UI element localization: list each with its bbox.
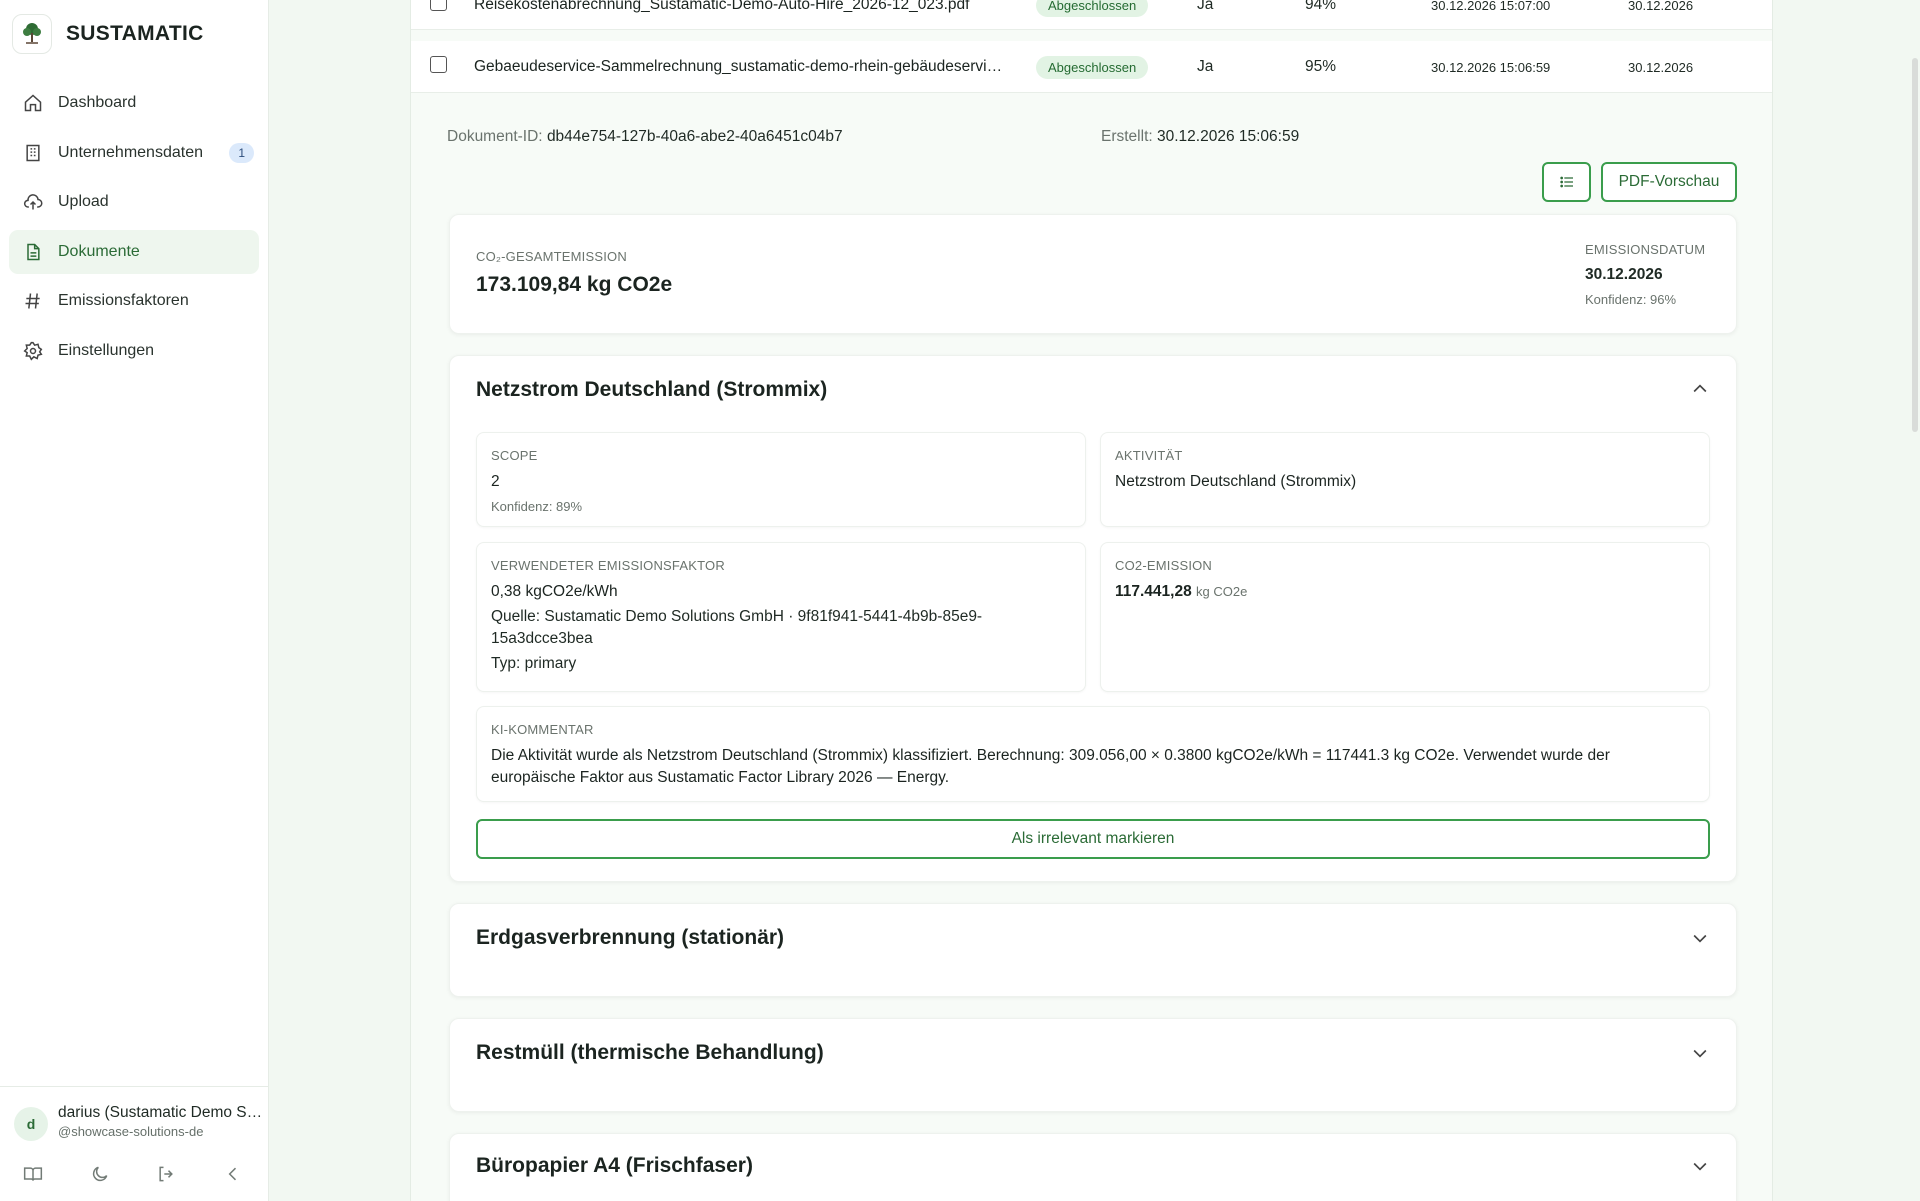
document-date: 30.12.2026: [1628, 0, 1694, 13]
ai-comment-label: KI-KOMMENTAR: [491, 722, 594, 737]
user-name: darius (Sustamatic Demo Solutions): [58, 1104, 263, 1121]
sidebar-item-label: Dashboard: [58, 94, 137, 111]
user-handle: @showcase-solutions-de: [58, 1124, 204, 1139]
status-badge: Abgeschlossen: [1036, 0, 1149, 17]
scope-confidence: Konfidenz: 89%: [491, 499, 583, 514]
relevance-flag: Ja: [1197, 58, 1214, 75]
scope-label: SCOPE: [491, 448, 538, 463]
chevron-left-icon: [228, 1167, 236, 1181]
status-badge: Abgeschlossen: [1036, 56, 1149, 79]
factor-value: 0,38 kgCO2e/kWh: [491, 583, 618, 600]
sidebar-item-label: Unternehmensdaten: [58, 143, 203, 161]
moon-icon: [92, 1166, 108, 1182]
created-date: Erstellt: 30.12.2026 15:06:59: [1101, 128, 1300, 145]
sidebar-item-label: Emissionsfaktoren: [58, 292, 189, 309]
file-name[interactable]: Gebaeudeservice-Sammelrechnung_sustamati…: [474, 58, 1004, 76]
co2-emission-field: CO2-EMISSION 117.441,28 kg CO2e: [1100, 542, 1710, 692]
confidence-value: 95%: [1305, 58, 1337, 75]
row-checkbox[interactable]: [430, 56, 447, 73]
sidebar-item-emissionsfaktoren[interactable]: Emissionsfaktoren: [9, 279, 259, 323]
avatar[interactable]: d: [14, 1107, 48, 1141]
co2-emission-unit: kg CO2e: [1196, 584, 1248, 599]
sidebar: SUSTAMATIC Dashboard Unternehmensdaten 1…: [0, 0, 269, 1201]
confidence-value: 94%: [1305, 0, 1337, 13]
co2-emission-label: CO2-EMISSION: [1115, 558, 1213, 573]
chevron-down-icon[interactable]: [1690, 1156, 1710, 1176]
main-content: Reisekostenabrechnung_Sustamatic-Demo-Au…: [410, 0, 1773, 1201]
notification-badge: 1: [229, 142, 254, 163]
chevron-up-icon[interactable]: [1690, 379, 1710, 399]
sidebar-item-label: Einstellungen: [58, 341, 155, 359]
document-date: 30.12.2026: [1628, 60, 1694, 75]
sidebar-item-label: Dokumente: [58, 242, 140, 260]
collapsed-activity-card[interactable]: Erdgasverbrennung (stationär): [449, 903, 1737, 997]
sidebar-item-einstellungen[interactable]: Einstellungen: [9, 329, 259, 373]
relevance-flag: Ja: [1197, 0, 1214, 13]
building-icon: [26, 144, 40, 161]
factor-source: Quelle: Sustamatic Demo Solutions GmbH ·…: [491, 608, 983, 647]
collapsed-activity-card[interactable]: Restmüll (thermische Behandlung): [449, 1018, 1737, 1112]
co2-emission-value-row: 117.441,28 kg CO2e: [1115, 581, 1695, 603]
activity-value: Netzstrom Deutschland (Strommix): [1115, 473, 1357, 490]
pdf-preview-button[interactable]: PDF-Vorschau: [1601, 162, 1737, 202]
sidebar-nav: Dashboard Unternehmensdaten 1 Upload Dok…: [9, 81, 259, 378]
emission-date-value: 30.12.2026: [1585, 266, 1663, 283]
hash-icon: [25, 293, 40, 309]
co2-emission-value: 117.441,28: [1115, 583, 1192, 600]
ai-comment-text: Die Aktivität wurde als Netzstrom Deutsc…: [491, 747, 1610, 786]
collapsed-activity-card[interactable]: Büropapier A4 (Frischfaser): [449, 1133, 1737, 1201]
activity-title: Netzstrom Deutschland (Strommix): [476, 378, 828, 401]
gear-icon: [23, 341, 43, 361]
document-id: Dokument-ID: db44e754-127b-40a6-abe2-40a…: [447, 128, 843, 145]
page-scrollbar[interactable]: [1912, 58, 1918, 432]
sidebar-item-label: Upload: [58, 193, 109, 210]
emission-factor-field: VERWENDETER EMISSIONSFAKTOR 0,38 kgCO2e/…: [476, 542, 1086, 692]
emission-confidence: Konfidenz: 96%: [1585, 292, 1677, 307]
activity-title: Restmüll (thermische Behandlung): [476, 1041, 824, 1064]
table-row[interactable]: Gebaeudeservice-Sammelrechnung_sustamati…: [411, 41, 1772, 93]
sidebar-item-dashboard[interactable]: Dashboard: [9, 81, 259, 125]
chevron-down-icon[interactable]: [1690, 1043, 1710, 1063]
table-row[interactable]: Reisekostenabrechnung_Sustamatic-Demo-Au…: [411, 0, 1772, 30]
activity-card: Netzstrom Deutschland (Strommix) SCOPE 2…: [449, 355, 1737, 882]
home-icon: [24, 94, 42, 112]
logout-icon: [159, 1166, 174, 1182]
user-actions: [18, 1159, 248, 1189]
scope-field: SCOPE 2 Konfidenz: 89%: [476, 432, 1086, 527]
emission-summary-card: CO₂-GESAMTEMISSION 173.109,84 kg CO2e EM…: [449, 214, 1737, 334]
activity-title: Erdgasverbrennung (stationär): [476, 926, 785, 949]
mark-irrelevant-button[interactable]: Als irrelevant markieren: [476, 819, 1710, 859]
total-emission-label: CO₂-GESAMTEMISSION: [476, 249, 627, 264]
sidebar-item-dokumente[interactable]: Dokumente: [9, 229, 259, 274]
scope-value: 2: [491, 473, 500, 490]
collapse-sidebar-button[interactable]: [218, 1159, 248, 1189]
emission-date-label: EMISSIONSDATUM: [1585, 242, 1706, 257]
book-open-icon: [23, 1167, 43, 1181]
activity-title: Büropapier A4 (Frischfaser): [476, 1154, 753, 1177]
factor-type: Typ: primary: [491, 655, 577, 672]
list-view-button[interactable]: [1542, 162, 1591, 202]
total-emission-value: 173.109,84 kg CO2e: [476, 273, 673, 296]
docs-button[interactable]: [18, 1159, 48, 1189]
factor-label: VERWENDETER EMISSIONSFAKTOR: [491, 558, 725, 573]
sidebar-item-unternehmensdaten[interactable]: Unternehmensdaten 1: [9, 131, 259, 175]
row-checkbox[interactable]: [430, 0, 447, 11]
sidebar-item-upload[interactable]: Upload: [9, 180, 259, 224]
theme-toggle-button[interactable]: [85, 1159, 115, 1189]
cloud-upload-icon: [24, 194, 43, 210]
user-panel: d darius (Sustamatic Demo Solutions) @sh…: [0, 1086, 269, 1201]
tree-logo-icon: [12, 14, 52, 54]
processed-timestamp: 30.12.2026 15:06:59: [1431, 60, 1551, 75]
app-name: SUSTAMATIC: [66, 22, 204, 45]
activity-label: AKTIVITÄT: [1115, 448, 1183, 463]
document-icon: [27, 243, 40, 260]
ai-comment-field: KI-KOMMENTAR Die Aktivität wurde als Net…: [476, 706, 1710, 802]
logout-button[interactable]: [151, 1159, 181, 1189]
file-name[interactable]: Reisekostenabrechnung_Sustamatic-Demo-Au…: [474, 0, 1004, 14]
activity-field: AKTIVITÄT Netzstrom Deutschland (Strommi…: [1100, 432, 1710, 527]
processed-timestamp: 30.12.2026 15:07:00: [1431, 0, 1551, 13]
list-icon: [1559, 176, 1573, 188]
chevron-down-icon[interactable]: [1690, 928, 1710, 948]
brand[interactable]: SUSTAMATIC: [12, 14, 204, 54]
